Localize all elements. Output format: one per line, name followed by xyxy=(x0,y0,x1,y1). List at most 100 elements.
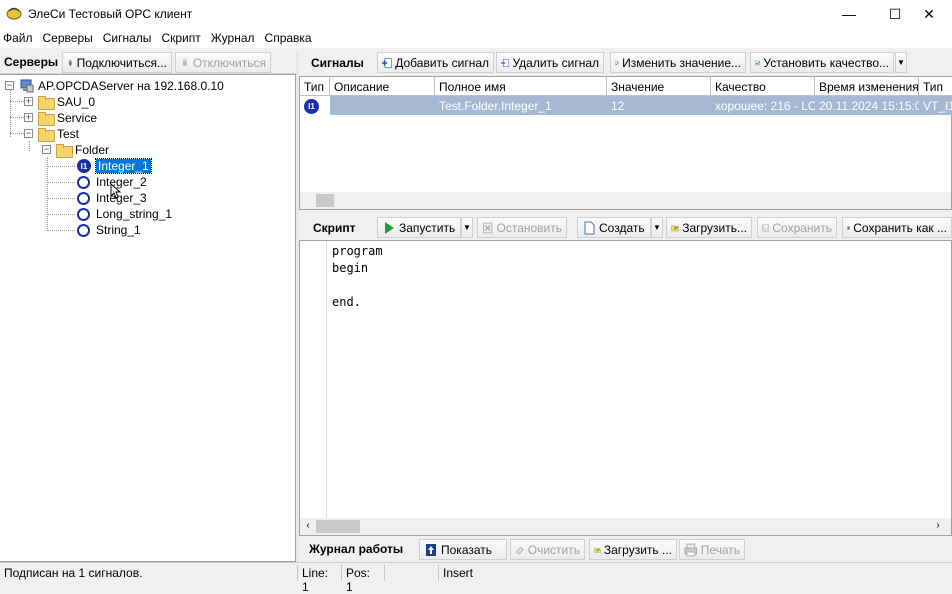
play-icon xyxy=(385,221,394,234)
stop-script-button[interactable]: Остановить xyxy=(477,217,567,238)
tree-root-label: AP.OPCDAServer на 192.168.0.10 xyxy=(38,79,224,93)
status-bar: Подписан на 1 сигналов. Line: 1 Pos: 1 I… xyxy=(0,562,952,594)
set-quality-button[interactable]: Установить качество... xyxy=(750,52,894,73)
minimize-button[interactable]: — xyxy=(826,0,872,28)
folder-collapse-toggle[interactable]: − xyxy=(42,145,51,154)
column-header-value[interactable]: Значение xyxy=(607,77,711,96)
server-tree[interactable]: − AP.OPCDAServer на 192.168.0.10 + SAU_0… xyxy=(0,74,296,562)
scroll-left-arrow-icon[interactable]: ‹ xyxy=(302,520,314,533)
change-value-button[interactable]: Изменить значение... xyxy=(610,52,746,73)
new-document-icon xyxy=(584,221,595,234)
root-collapse-toggle[interactable]: − xyxy=(5,81,14,90)
disconnect-label: Отключиться xyxy=(192,55,266,70)
load-script-button[interactable]: Загрузить... xyxy=(666,217,752,238)
scroll-right-arrow-icon[interactable]: › xyxy=(932,520,944,533)
set-quality-dropdown[interactable]: ▼ xyxy=(895,52,907,73)
script-label: Скрипт xyxy=(313,221,356,235)
menu-signals[interactable]: Сигналы xyxy=(100,28,159,48)
remove-signal-icon xyxy=(501,58,510,67)
scrollbar-thumb[interactable] xyxy=(316,520,360,533)
menu-help[interactable]: Справка xyxy=(262,28,319,48)
tree-root-server[interactable]: AP.OPCDAServer на 192.168.0.10 xyxy=(20,78,224,94)
tree-folder-sau0[interactable]: SAU_0 xyxy=(38,94,95,110)
tree-signal-label: Long_string_1 xyxy=(96,207,173,221)
row-quality-cell: хорошее: 216 - LO... xyxy=(715,99,815,113)
row-description-cell xyxy=(330,96,435,115)
folder-open-icon xyxy=(38,128,55,142)
script-editor[interactable]: program begin end. ‹ › xyxy=(299,240,952,536)
save-script-label: Сохранить xyxy=(772,220,832,235)
tree-node-label: Test xyxy=(57,127,80,141)
folder-icon xyxy=(38,112,55,126)
log-toolbar: Журнал работы Показать Очистить Загрузит… xyxy=(299,537,952,561)
log-label: Журнал работы xyxy=(309,542,404,556)
tree-folder-folder[interactable]: Folder xyxy=(56,142,109,158)
menu-log[interactable]: Журнал xyxy=(208,28,262,48)
signals-horizontal-scrollbar[interactable] xyxy=(300,192,951,209)
run-script-button[interactable]: Запустить xyxy=(377,217,461,238)
status-subscribed: Подписан на 1 сигналов. xyxy=(4,566,143,580)
tree-folder-service[interactable]: Service xyxy=(38,110,97,126)
sau0-expand-toggle[interactable]: + xyxy=(24,97,33,106)
tree-folder-test[interactable]: Test xyxy=(38,126,79,142)
run-script-dropdown[interactable]: ▼ xyxy=(461,217,473,238)
load-log-button[interactable]: Загрузить ... xyxy=(589,539,677,560)
disconnect-button[interactable]: Отключиться xyxy=(175,52,271,73)
show-log-button[interactable]: Показать xyxy=(419,539,507,560)
server-computer-icon xyxy=(20,79,34,93)
remove-signal-button[interactable]: Удалить сигнал xyxy=(496,52,604,73)
tree-node-label: Service xyxy=(57,111,98,125)
test-collapse-toggle[interactable]: − xyxy=(24,129,33,138)
quality-icon xyxy=(755,60,760,65)
add-signal-label: Добавить сигнал xyxy=(395,55,489,70)
status-mode: Insert xyxy=(438,565,558,581)
signal-active-icon: I1 xyxy=(304,99,319,114)
set-quality-label: Установить качество... xyxy=(763,55,889,70)
change-value-label: Изменить значение... xyxy=(622,55,741,70)
servers-label: Серверы xyxy=(4,55,59,69)
open-folder-icon xyxy=(671,224,679,231)
column-header-vtype[interactable]: Тип xyxy=(919,77,952,96)
unplug-icon xyxy=(182,58,188,66)
create-script-button[interactable]: Создать xyxy=(577,217,651,238)
print-log-button[interactable]: Печать xyxy=(679,539,745,560)
signals-grid[interactable]: Тип Описание Полное имя Значение Качеств… xyxy=(299,76,952,210)
create-script-dropdown[interactable]: ▼ xyxy=(651,217,663,238)
status-pos: Pos: 1 xyxy=(341,565,383,594)
clear-log-label: Очистить xyxy=(527,542,580,557)
column-header-quality[interactable]: Качество xyxy=(711,77,815,96)
tree-signal-string1[interactable]: String_1 xyxy=(77,222,141,238)
run-script-label: Запустить xyxy=(399,220,456,235)
column-header-full-name[interactable]: Полное имя xyxy=(435,77,607,96)
row-full-name-cell: Test.Folder.Integer_1 xyxy=(439,99,552,113)
scrollbar-thumb[interactable] xyxy=(316,194,334,207)
signals-toolbar: Сигналы Добавить сигнал Удалить сигнал И… xyxy=(299,50,952,76)
connect-button[interactable]: Подключиться... xyxy=(62,52,172,73)
folder-open-icon xyxy=(56,144,73,158)
column-header-description[interactable]: Описание xyxy=(330,77,435,96)
mouse-cursor-icon xyxy=(110,183,122,199)
status-empty xyxy=(384,565,438,581)
add-signal-button[interactable]: Добавить сигнал xyxy=(377,52,494,73)
menu-script[interactable]: Скрипт xyxy=(158,28,207,48)
window-title: ЭлеСи Тестовый OPC клиент xyxy=(28,7,193,21)
close-button[interactable]: ✕ xyxy=(906,0,952,28)
print-log-label: Печать xyxy=(700,542,740,557)
script-toolbar: Скрипт Запустить ▼ Остановить Создать ▼ … xyxy=(299,214,952,240)
tree-signal-integer1[interactable]: I1 Integer_1 xyxy=(77,158,152,174)
service-expand-toggle[interactable]: + xyxy=(24,113,33,122)
save-as-script-button[interactable]: Сохранить как ... xyxy=(842,217,952,238)
editor-horizontal-scrollbar[interactable]: ‹ › xyxy=(300,518,951,535)
column-header-time[interactable]: Время изменения xyxy=(815,77,919,96)
status-line: Line: 1 xyxy=(297,565,339,594)
save-as-script-label: Сохранить как ... xyxy=(853,220,947,235)
remove-signal-label: Удалить сигнал xyxy=(512,55,599,70)
menu-file[interactable]: Файл xyxy=(0,28,40,48)
column-header-type[interactable]: Тип xyxy=(300,77,330,96)
menu-servers[interactable]: Серверы xyxy=(40,28,100,48)
load-script-label: Загрузить... xyxy=(682,220,747,235)
clear-log-button[interactable]: Очистить xyxy=(510,539,585,560)
save-script-button[interactable]: Сохранить xyxy=(757,217,837,238)
tree-node-label: SAU_0 xyxy=(57,95,96,109)
tree-signal-long-string1[interactable]: Long_string_1 xyxy=(77,206,172,222)
